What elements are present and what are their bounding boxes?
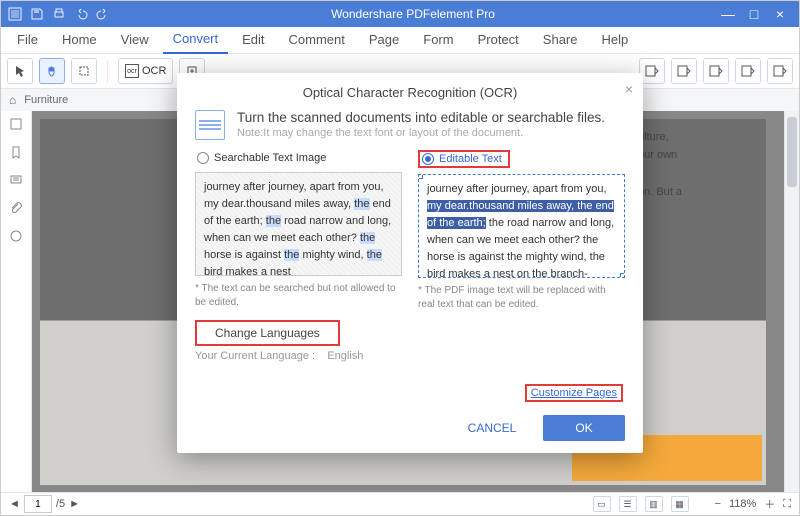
page-total: /5	[56, 498, 65, 510]
customize-pages-link[interactable]: Customize Pages	[525, 387, 623, 399]
ocr-button[interactable]: ocrOCR	[118, 58, 173, 84]
toolbar-separator	[107, 60, 108, 82]
language-row: Change Languages	[195, 320, 625, 346]
titlebar-left-icons	[7, 6, 111, 22]
ok-button[interactable]: OK	[543, 415, 625, 441]
option-editable[interactable]: Editable Text	[418, 150, 510, 168]
menu-share[interactable]: Share	[533, 28, 588, 53]
menu-protect[interactable]: Protect	[468, 28, 529, 53]
option-editable-label: Editable Text	[439, 153, 502, 165]
save-icon[interactable]	[29, 6, 45, 22]
menu-form[interactable]: Form	[413, 28, 463, 53]
page-text-line: our own	[638, 147, 758, 165]
scrollbar-thumb[interactable]	[787, 117, 797, 187]
page-navigator: ◄ /5 ►	[9, 495, 80, 513]
ocr-label: OCR	[142, 65, 166, 77]
undo-icon[interactable]	[73, 6, 89, 22]
dialog-headline: Turn the scanned documents into editable…	[237, 110, 605, 125]
redo-icon[interactable]	[95, 6, 111, 22]
menu-file[interactable]: File	[7, 28, 48, 53]
thumbnails-icon[interactable]	[9, 117, 23, 131]
note-searchable: * The text can be searched but not allow…	[195, 282, 402, 310]
menu-bar: File Home View Convert Edit Comment Page…	[1, 27, 799, 54]
menu-page[interactable]: Page	[359, 28, 409, 53]
dialog-title: Optical Character Recognition (OCR)	[195, 85, 625, 100]
visible-page-text: ulture, our own on. But a	[638, 129, 758, 202]
app-logo-icon	[7, 6, 23, 22]
radio-selected-icon[interactable]	[422, 153, 434, 165]
menu-help[interactable]: Help	[592, 28, 639, 53]
preview-searchable: journey after journey, apart from you, m…	[195, 172, 402, 276]
current-language-row: Your Current Language : English	[195, 350, 625, 362]
ocr-doc-icon	[195, 110, 225, 140]
dialog-close-icon[interactable]: ×	[625, 81, 633, 97]
zoom-out-icon[interactable]: −	[715, 498, 721, 510]
view-grid-icon[interactable]: ▦	[671, 496, 689, 512]
print-icon[interactable]	[51, 6, 67, 22]
bookmarks-icon[interactable]	[9, 145, 23, 159]
cancel-button[interactable]: CANCEL	[451, 415, 533, 441]
window-title: Wondershare PDFelement Pro	[111, 7, 715, 21]
menu-edit[interactable]: Edit	[232, 28, 274, 53]
change-languages-button[interactable]: Change Languages	[195, 320, 340, 346]
to-excel-icon[interactable]	[671, 58, 697, 84]
zoom-in-icon[interactable]: ＋	[764, 496, 775, 512]
to-image-icon[interactable]	[735, 58, 761, 84]
view-two-icon[interactable]: ▥	[645, 496, 663, 512]
left-rail	[1, 111, 32, 493]
view-continuous-icon[interactable]: ☰	[619, 496, 637, 512]
prev-page-icon[interactable]: ◄	[9, 498, 20, 510]
customize-pages-label[interactable]: Customize Pages	[525, 384, 623, 402]
to-ppt-icon[interactable]	[703, 58, 729, 84]
dialog-header: Turn the scanned documents into editable…	[195, 110, 625, 140]
home-icon[interactable]: ⌂	[9, 93, 16, 107]
current-language-label: Your Current Language :	[195, 350, 315, 362]
select-tool-icon[interactable]	[71, 58, 97, 84]
hand-tool-icon[interactable]	[39, 58, 65, 84]
preview-line: journey after journey, apart from you,	[427, 181, 616, 198]
comments-icon[interactable]	[9, 173, 23, 187]
dialog-subhead: Note:It may change the text font or layo…	[237, 127, 605, 139]
radio-unselected-icon[interactable]	[197, 152, 209, 164]
ocr-dialog: × Optical Character Recognition (OCR) Tu…	[177, 73, 643, 453]
preview-editable: journey after journey, apart from you, m…	[418, 174, 625, 278]
next-page-icon[interactable]: ►	[69, 498, 80, 510]
menu-convert[interactable]: Convert	[163, 27, 229, 54]
zoom-value: 118%	[729, 498, 756, 510]
option-searchable-label: Searchable Text Image	[214, 152, 326, 164]
cursor-tool-icon[interactable]	[7, 58, 33, 84]
note-editable: * The PDF image text will be replaced wi…	[418, 284, 625, 312]
ocr-icon: ocr	[125, 64, 139, 78]
annotations-icon[interactable]	[9, 229, 23, 243]
app-window: Wondershare PDFelement Pro ― □ × File Ho…	[0, 0, 800, 516]
vertical-scrollbar[interactable]	[784, 111, 799, 493]
fit-page-icon[interactable]: ⛶	[783, 498, 791, 511]
minimize-button[interactable]: ―	[715, 6, 741, 22]
to-other-icon[interactable]	[767, 58, 793, 84]
dialog-buttons: CANCEL OK	[451, 415, 625, 441]
ocr-mode-options: Searchable Text Image journey after jour…	[195, 150, 625, 312]
page-text-line: on. But a	[638, 184, 758, 202]
view-single-icon[interactable]: ▭	[593, 496, 611, 512]
title-bar: Wondershare PDFelement Pro ― □ ×	[1, 1, 799, 27]
close-window-button[interactable]: ×	[767, 6, 793, 22]
menu-view[interactable]: View	[111, 28, 159, 53]
option-searchable[interactable]: Searchable Text Image	[195, 150, 402, 166]
status-bar: ◄ /5 ► ▭ ☰ ▥ ▦ − 118% ＋ ⛶	[1, 492, 799, 515]
maximize-button[interactable]: □	[741, 6, 767, 22]
current-language-value: English	[327, 350, 363, 362]
attachments-icon[interactable]	[9, 201, 23, 215]
breadcrumb-path: Furniture	[24, 94, 68, 106]
menu-home[interactable]: Home	[52, 28, 107, 53]
menu-comment[interactable]: Comment	[279, 28, 355, 53]
page-text-line: ulture,	[638, 129, 758, 147]
page-number-input[interactable]	[24, 495, 52, 513]
